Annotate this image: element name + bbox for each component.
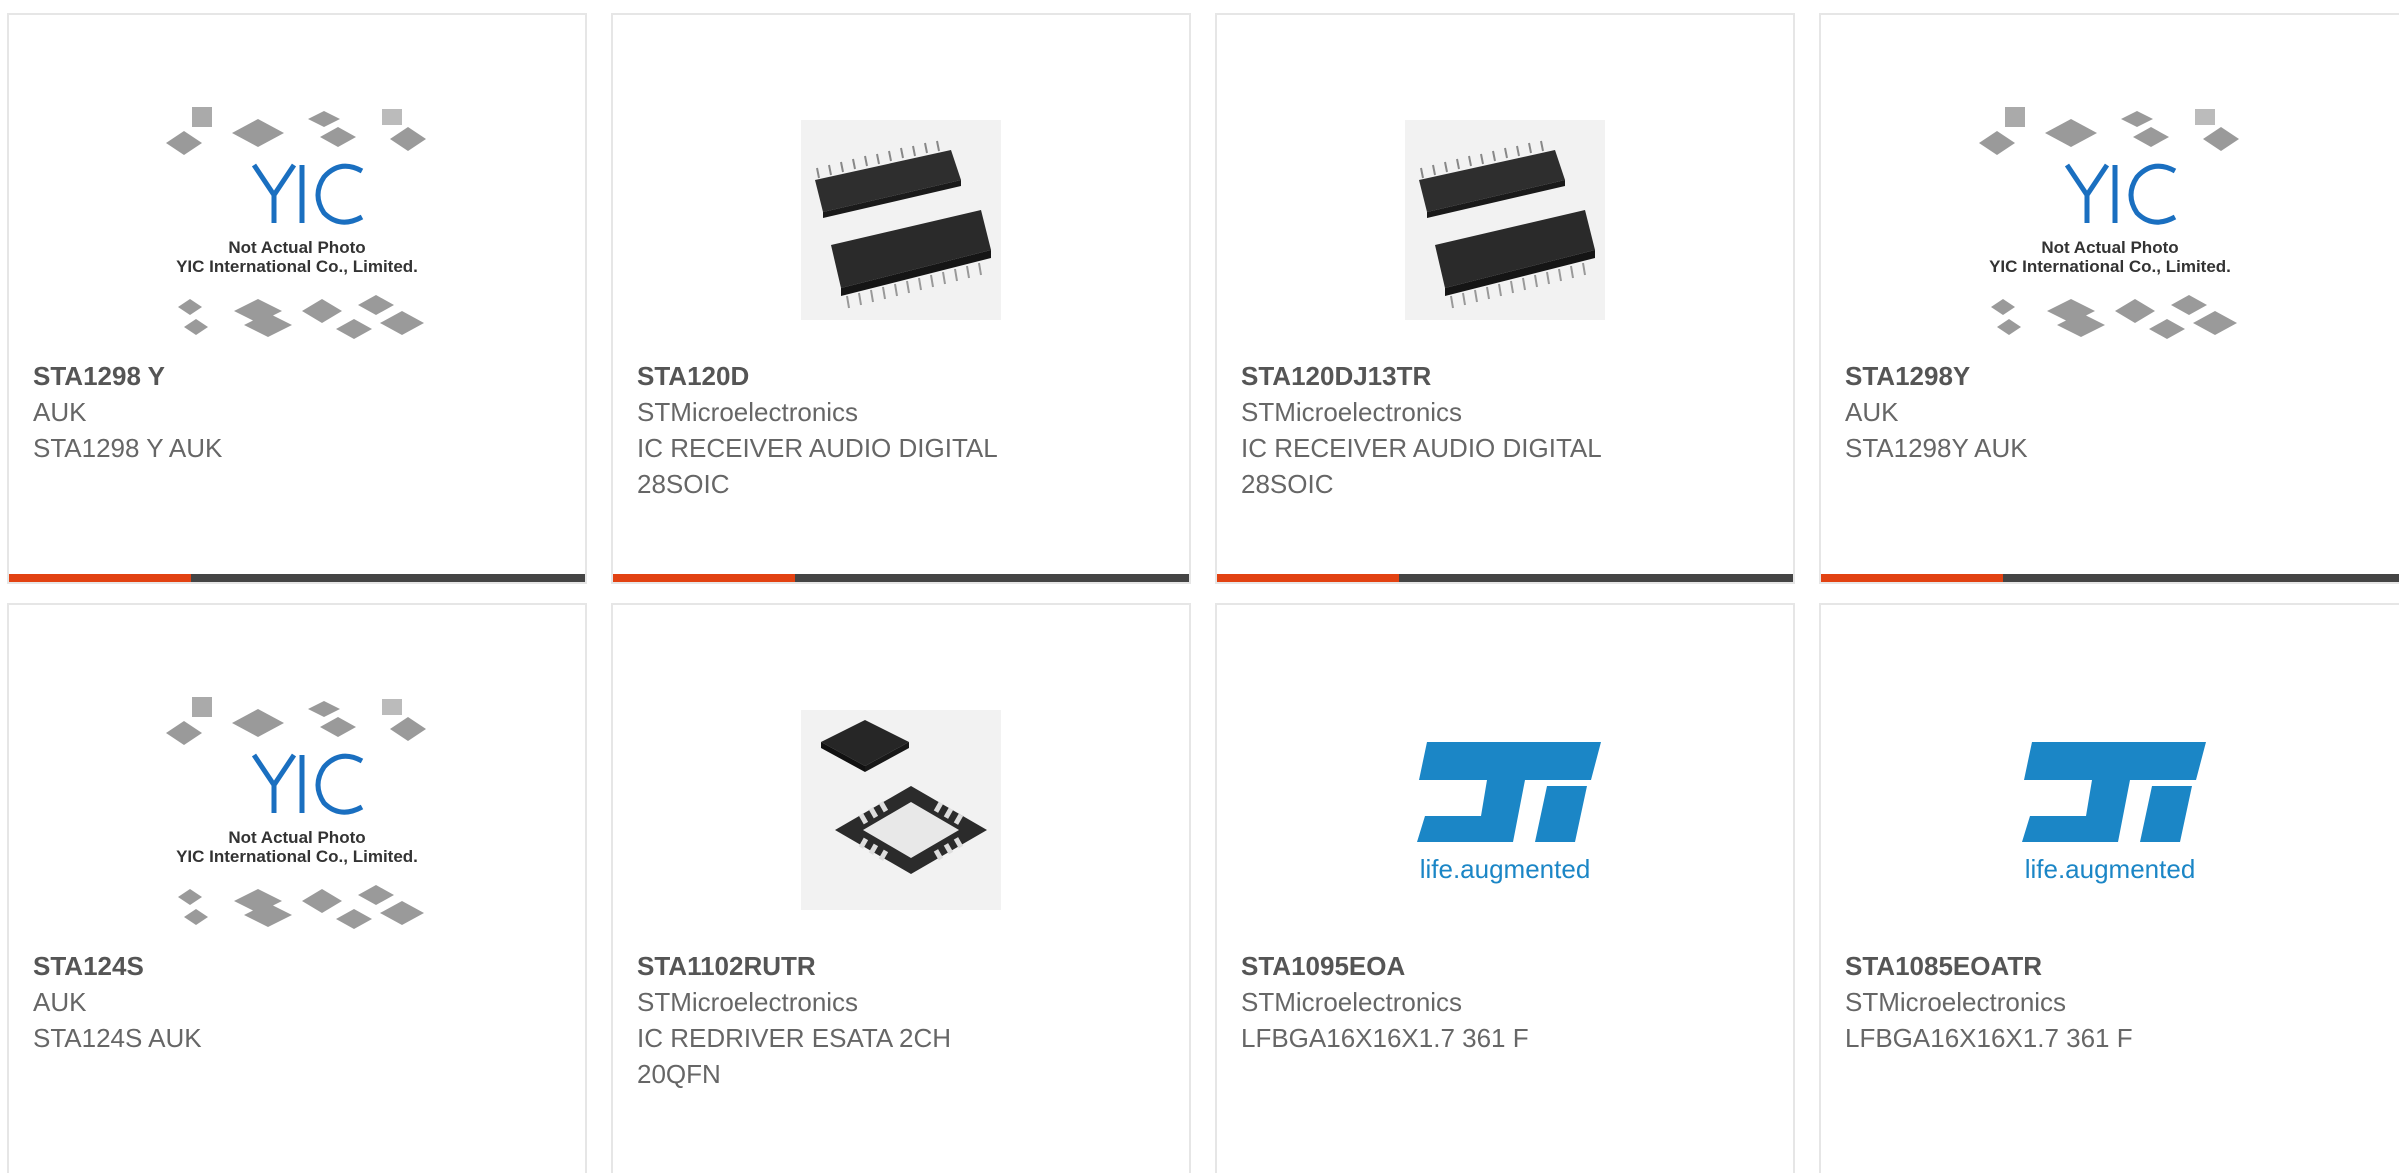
part-number[interactable]: STA1102RUTR <box>637 948 1165 984</box>
svg-text:Not Actual Photo: Not Actual Photo <box>2041 238 2178 257</box>
description: IC RECEIVER AUDIO DIGITAL 28SOIC <box>637 433 997 499</box>
card-footer-bar <box>1821 574 2399 582</box>
manufacturer: AUK <box>33 397 87 427</box>
svg-text:Not Actual Photo: Not Actual Photo <box>228 238 365 257</box>
manufacturer: STMicroelectronics <box>637 397 859 427</box>
manufacturer: STMicroelectronics <box>1241 987 1463 1017</box>
product-info: STA1102RUTR STMicroelectronics IC REDRIV… <box>637 948 1165 1092</box>
product-card[interactable]: Not Actual Photo YIC International Co., … <box>1819 13 2399 584</box>
product-card[interactable]: STA120D STMicroelectronics IC RECEIVER A… <box>611 13 1191 584</box>
part-number[interactable]: STA1095EOA <box>1241 948 1769 984</box>
description: LFBGA16X16X1.7 361 F <box>1241 1023 1529 1053</box>
product-card[interactable]: life.augmented STA1085EOATR STMicroelect… <box>1819 603 2399 1173</box>
product-info: STA1085EOATR STMicroelectronics LFBGA16X… <box>1845 948 2375 1056</box>
product-card[interactable]: Not Actual Photo YIC International Co., … <box>7 13 587 584</box>
description: LFBGA16X16X1.7 361 F <box>1845 1023 2133 1053</box>
product-image: Not Actual Photo YIC International Co., … <box>162 675 432 945</box>
product-info: STA120D STMicroelectronics IC RECEIVER A… <box>637 358 1165 502</box>
product-image <box>766 85 1036 355</box>
product-image <box>1370 85 1640 355</box>
part-number[interactable]: STA120D <box>637 358 1165 394</box>
manufacturer: AUK <box>1845 397 1899 427</box>
product-card[interactable]: life.augmented STA1095EOA STMicroelectro… <box>1215 603 1795 1173</box>
description: STA1298Y AUK <box>1845 433 2028 463</box>
card-footer-bar <box>1217 574 1793 582</box>
svg-text:YIC International Co., Limited: YIC International Co., Limited. <box>176 847 418 866</box>
product-card[interactable]: STA120DJ13TR STMicroelectronics IC RECEI… <box>1215 13 1795 584</box>
card-footer-bar <box>613 574 1189 582</box>
product-image: Not Actual Photo YIC International Co., … <box>162 85 432 355</box>
product-info: STA1298Y AUK STA1298Y AUK <box>1845 358 2375 466</box>
product-card[interactable]: Not Actual Photo YIC International Co., … <box>7 603 587 1173</box>
part-number[interactable]: STA1298 Y <box>33 358 561 394</box>
product-image: Not Actual Photo YIC International Co., … <box>1975 85 2245 355</box>
part-number[interactable]: STA1085EOATR <box>1845 948 2375 984</box>
product-info: STA124S AUK STA124S AUK <box>33 948 561 1056</box>
svg-text:life.augmented: life.augmented <box>2025 854 2196 884</box>
product-image <box>766 675 1036 945</box>
product-info: STA1298 Y AUK STA1298 Y AUK <box>33 358 561 466</box>
product-info: STA1095EOA STMicroelectronics LFBGA16X16… <box>1241 948 1769 1056</box>
product-card[interactable]: STA1102RUTR STMicroelectronics IC REDRIV… <box>611 603 1191 1173</box>
product-image: life.augmented <box>1975 675 2245 945</box>
manufacturer: STMicroelectronics <box>1241 397 1463 427</box>
description: IC RECEIVER AUDIO DIGITAL 28SOIC <box>1241 433 1601 499</box>
svg-text:YIC International Co., Limited: YIC International Co., Limited. <box>176 257 418 276</box>
card-footer-bar <box>9 574 585 582</box>
manufacturer: STMicroelectronics <box>1845 987 2067 1017</box>
manufacturer: AUK <box>33 987 87 1017</box>
part-number[interactable]: STA124S <box>33 948 561 984</box>
part-number[interactable]: STA120DJ13TR <box>1241 358 1769 394</box>
product-info: STA120DJ13TR STMicroelectronics IC RECEI… <box>1241 358 1769 502</box>
svg-text:YIC International Co., Limited: YIC International Co., Limited. <box>1989 257 2231 276</box>
part-number[interactable]: STA1298Y <box>1845 358 2375 394</box>
svg-text:life.augmented: life.augmented <box>1420 854 1591 884</box>
manufacturer: STMicroelectronics <box>637 987 859 1017</box>
product-image: life.augmented <box>1370 675 1640 945</box>
description: IC REDRIVER ESATA 2CH 20QFN <box>637 1023 951 1089</box>
description: STA1298 Y AUK <box>33 433 223 463</box>
svg-text:Not Actual Photo: Not Actual Photo <box>228 828 365 847</box>
description: STA124S AUK <box>33 1023 202 1053</box>
product-grid: Not Actual Photo YIC International Co., … <box>0 0 2400 1173</box>
